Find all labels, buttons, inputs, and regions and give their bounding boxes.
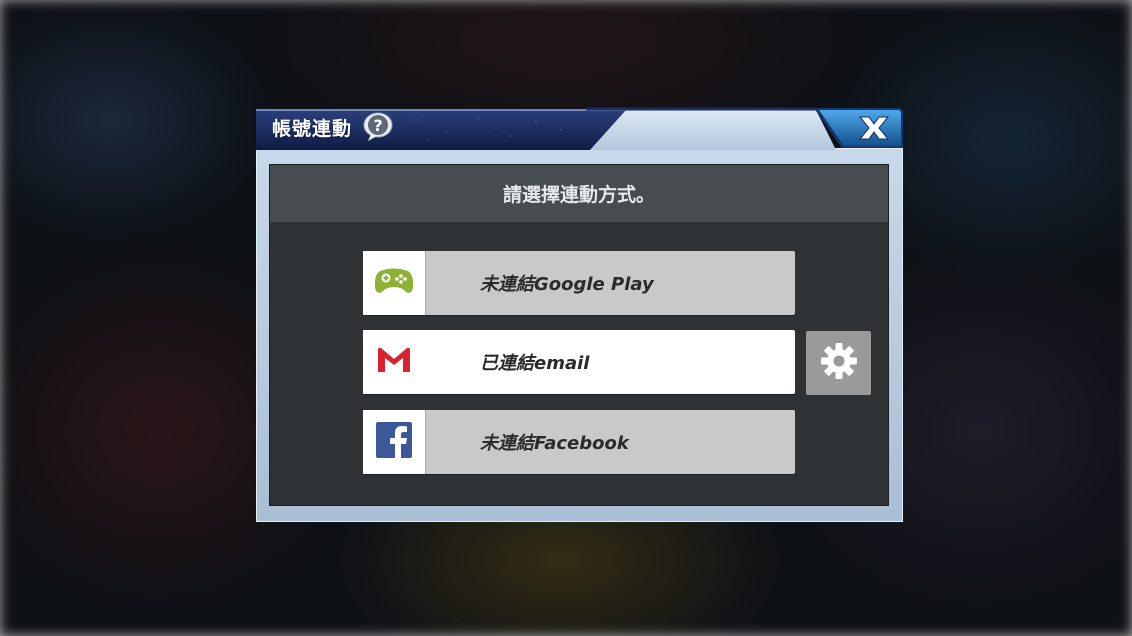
help-icon[interactable]: ? [362, 112, 394, 142]
email-status-label: 已連結email [480, 353, 590, 374]
instruction-header: 請選擇連動方式。 [270, 165, 888, 222]
close-button[interactable] [814, 106, 903, 150]
gear-icon [820, 342, 858, 384]
account-link-dialog: 帳號連動 ? 請選擇連動方式。 未連結Google Play 已連結email … [256, 106, 903, 522]
facebook-icon [376, 422, 412, 462]
svg-text:?: ? [373, 116, 382, 135]
dialog-title: 帳號連動 [272, 118, 353, 140]
email-settings-button[interactable] [806, 331, 871, 395]
google-play-games-icon [374, 265, 414, 301]
link-options-panel: 請選擇連動方式。 未連結Google Play 已連結email 未連結Face… [269, 164, 889, 506]
facebook-link-button[interactable]: 未連結Facebook [363, 410, 795, 474]
email-link-button[interactable]: 已連結email [363, 330, 795, 394]
facebook-status-label: 未連結Facebook [480, 433, 629, 454]
dialog-title-bar: 帳號連動 ? [256, 106, 903, 150]
google-play-status-label: 未連結Google Play [480, 274, 654, 295]
google-play-link-button[interactable]: 未連結Google Play [363, 251, 795, 315]
gmail-icon [377, 347, 411, 377]
